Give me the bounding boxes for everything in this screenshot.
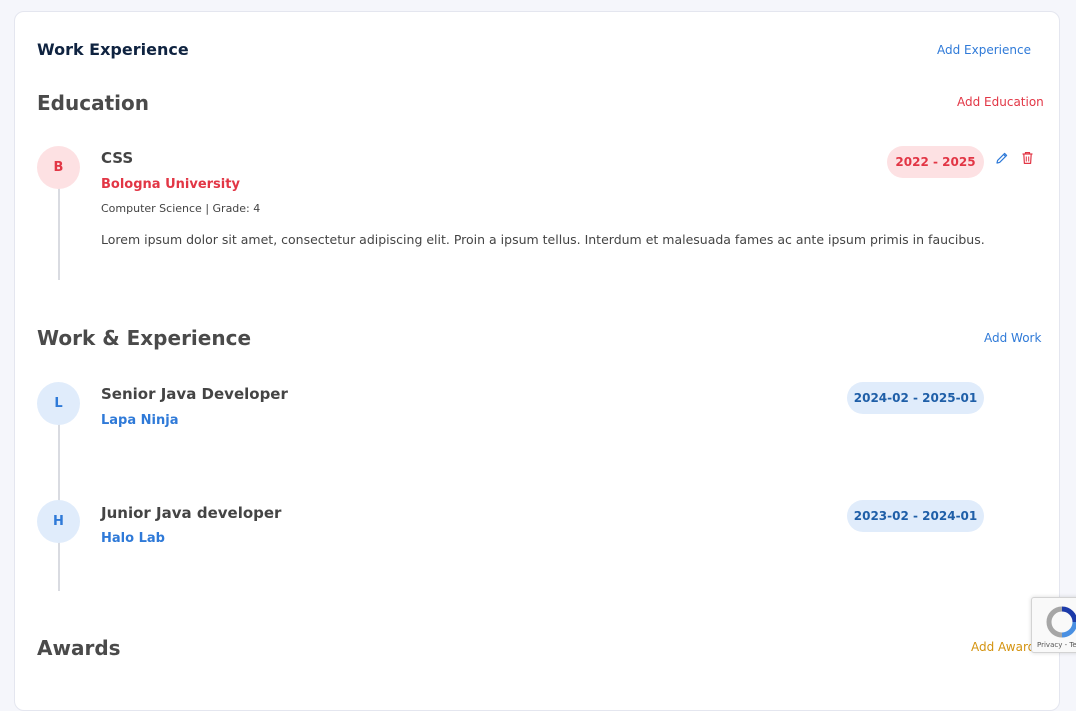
recaptcha-logo-icon	[1046, 606, 1076, 638]
add-education-link[interactable]: Add Education	[957, 95, 1044, 109]
add-experience-link[interactable]: Add Experience	[937, 43, 1031, 57]
awards-section-title: Awards	[37, 636, 121, 660]
work-avatar: L	[37, 382, 80, 425]
work-timeline	[58, 403, 60, 591]
work-avatar: H	[37, 500, 80, 543]
work-period-badge: 2023-02 - 2024-01	[847, 500, 984, 532]
education-item-title: CSS	[101, 149, 134, 167]
recaptcha-badge[interactable]: Privacy - Terms	[1031, 597, 1076, 653]
recaptcha-footer[interactable]: Privacy - Terms	[1037, 641, 1076, 649]
work-item-title: Senior Java Developer	[101, 385, 288, 403]
card-title: Work Experience	[37, 40, 189, 59]
work-item-company: Lapa Ninja	[101, 413, 179, 428]
work-item-title: Junior Java developer	[101, 504, 282, 522]
add-award-link[interactable]: Add Award	[971, 640, 1035, 654]
trash-icon[interactable]	[1019, 150, 1035, 166]
education-avatar: B	[37, 146, 80, 189]
work-period-badge: 2024-02 - 2025-01	[847, 382, 984, 414]
education-section-title: Education	[37, 91, 149, 115]
education-item-description: Lorem ipsum dolor sit amet, consectetur …	[101, 232, 985, 247]
add-work-link[interactable]: Add Work	[984, 331, 1041, 345]
education-item-school: Bologna University	[101, 177, 240, 192]
experience-card: Work Experience Add Experience Education…	[14, 11, 1060, 711]
work-item-company: Halo Lab	[101, 531, 165, 546]
work-section-title: Work & Experience	[37, 326, 252, 350]
education-item-meta: Computer Science | Grade: 4	[101, 202, 261, 215]
pencil-icon[interactable]	[994, 150, 1010, 166]
education-period-badge: 2022 - 2025	[887, 146, 984, 178]
